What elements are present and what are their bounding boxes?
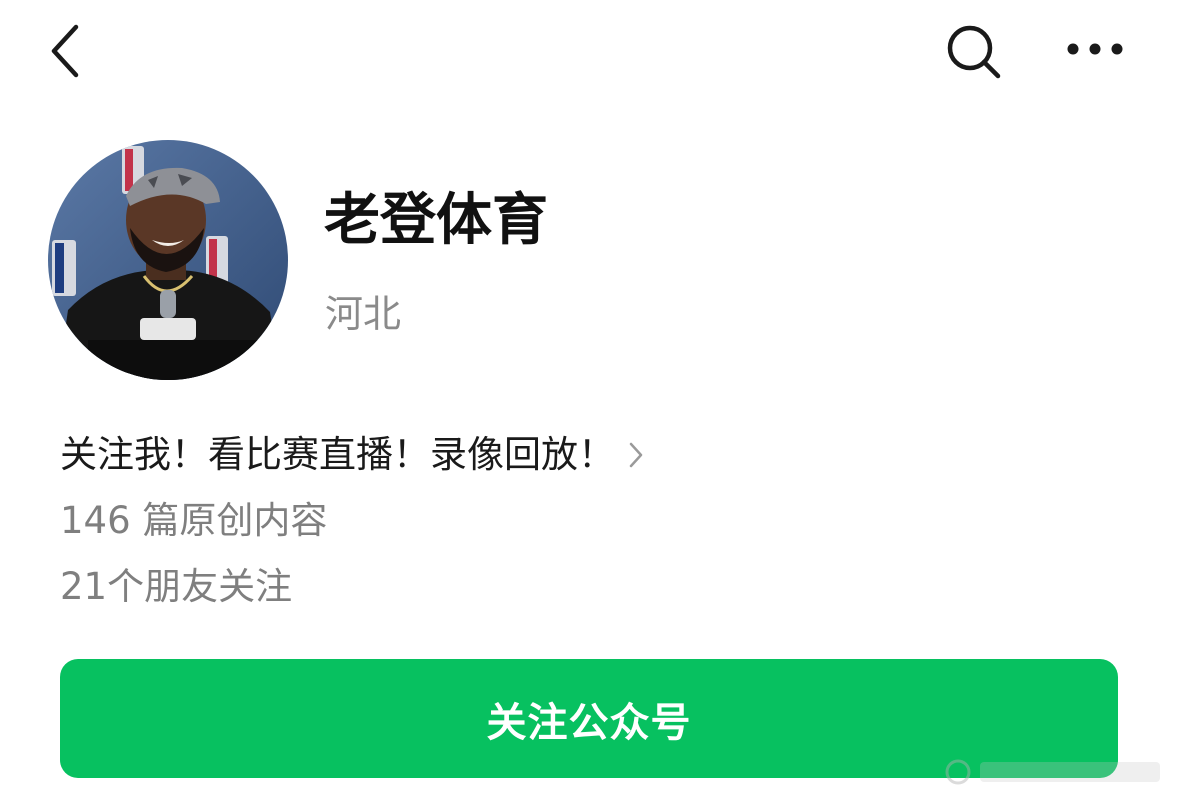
avatar[interactable] <box>48 140 288 380</box>
avatar-photo <box>48 140 288 380</box>
intro-text: 关注我！看比赛直播！录像回放！ <box>60 433 615 476</box>
account-intro[interactable]: 关注我！看比赛直播！录像回放！ <box>60 430 645 480</box>
back-button[interactable] <box>44 22 88 80</box>
search-icon <box>947 25 1001 79</box>
original-articles-count[interactable]: 146 篇原创内容 <box>60 496 327 546</box>
watermark <box>945 759 1160 785</box>
chevron-right-icon <box>629 442 643 468</box>
account-location: 河北 <box>325 292 402 336</box>
more-horizontal-icon <box>1067 43 1123 55</box>
search-button[interactable] <box>946 24 1004 82</box>
chevron-left-icon <box>51 24 79 78</box>
account-name: 老登体育 <box>324 188 548 253</box>
follow-button-label: 关注公众号 <box>486 699 692 746</box>
friends-following-count[interactable]: 21个朋友关注 <box>60 562 292 612</box>
top-nav-bar <box>0 0 1179 100</box>
more-button[interactable] <box>1064 32 1126 66</box>
